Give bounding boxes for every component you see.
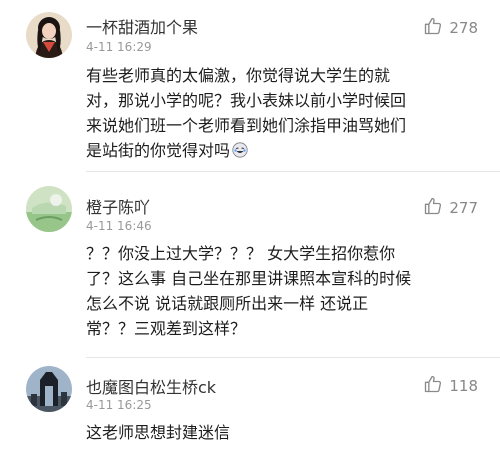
comment-line: 常？？三观差到这样？ (86, 319, 247, 338)
thumbs-up-icon (423, 16, 443, 40)
comment-line: 对，那说小学的呢？我小表妹以前小学时候回 (86, 91, 407, 110)
username[interactable]: 橙子陈吖 (86, 194, 150, 218)
avatar[interactable] (26, 186, 72, 232)
comment-item: 橙子陈吖 4-11 16:46 277 ？？你没上过大学？？？ 女大学生招你惹你… (0, 172, 500, 358)
comment-time: 4-11 16:29 (86, 40, 152, 54)
comment-item: 也魔图白松生桥ck 4-11 16:25 118 这老师思想封建迷信 (0, 358, 500, 452)
comment-text: ？？你没上过大学？？？ 女大学生招你惹你 了？这么事 自己坐在那里讲课照本宣科的… (86, 241, 486, 341)
like-button[interactable]: 278 (423, 16, 478, 40)
username[interactable]: 也魔图白松生桥ck (86, 374, 216, 398)
comment-line: ？？你没上过大学？？？ 女大学生招你惹你 (86, 244, 396, 263)
avatar[interactable] (26, 366, 72, 412)
comment-text: 有些老师真的太偏激，你觉得说大学生的就 对，那说小学的呢？我小表妹以前小学时候回… (86, 63, 486, 163)
comment-time: 4-11 16:25 (86, 398, 152, 412)
comment-item: 一杯甜酒加个果 4-11 16:29 278 有些老师真的太偏激，你觉得说大学生… (0, 0, 500, 172)
like-button[interactable]: 277 (423, 196, 478, 220)
thumbs-up-icon (423, 374, 443, 398)
like-count: 278 (449, 19, 478, 37)
laughing-crying-emoji-icon (232, 140, 248, 158)
comment-line: 这老师思想封建迷信 (86, 423, 231, 442)
like-button[interactable]: 118 (423, 374, 478, 398)
avatar[interactable] (26, 12, 72, 58)
thumbs-up-icon (423, 196, 443, 220)
username[interactable]: 一杯甜酒加个果 (86, 14, 198, 38)
comment-line: 是站街的你觉得对吗 (86, 138, 486, 163)
comment-line: 有些老师真的太偏激，你觉得说大学生的就 (86, 66, 391, 85)
comment-text: 这老师思想封建迷信 (86, 420, 486, 445)
like-count: 118 (449, 377, 478, 395)
comment-line: 来说她们班一个老师看到她们涂指甲油骂她们 (86, 116, 407, 135)
comment-time: 4-11 16:46 (86, 219, 152, 233)
comment-line: 了？这么事 自己坐在那里讲课照本宣科的时候 (86, 269, 412, 288)
comment-line: 怎么不说 说话就跟厕所出来一样 还说正 (86, 294, 369, 313)
like-count: 277 (449, 199, 478, 217)
comment-line-text: 是站街的你觉得对吗 (86, 141, 231, 160)
